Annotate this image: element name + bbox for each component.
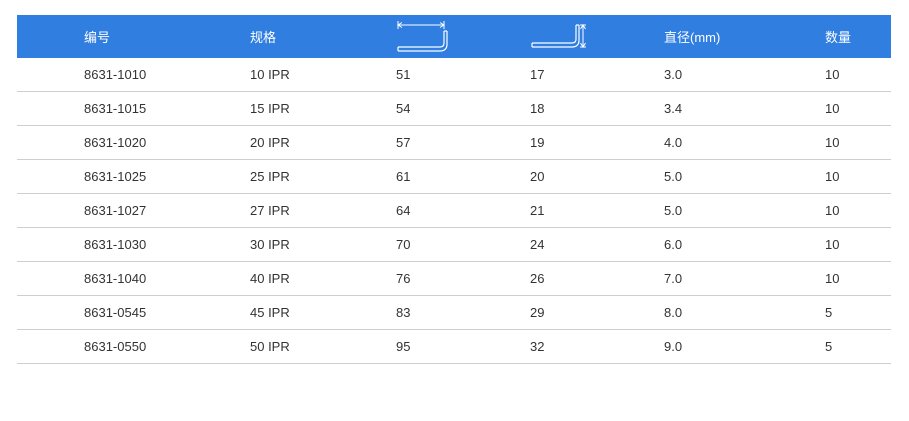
cell-code: 8631-1030 <box>84 237 147 252</box>
cell-diameter: 6.0 <box>664 237 683 252</box>
cell-long-length: 51 <box>396 67 411 82</box>
cell-code: 8631-0550 <box>84 339 147 354</box>
cell-short-length: 17 <box>530 67 545 82</box>
cell-short-length: 19 <box>530 135 545 150</box>
cell-diameter: 7.0 <box>664 271 683 286</box>
table-row: 8631-0545 45 IPR 83 29 8.0 5 <box>17 296 891 330</box>
header-code: 编号 <box>84 30 111 45</box>
cell-diameter: 8.0 <box>664 305 683 320</box>
table-row: 8631-1010 10 IPR 51 17 3.0 10 <box>17 58 891 92</box>
cell-diameter: 3.4 <box>664 101 683 116</box>
table-row: 8631-0550 50 IPR 95 32 9.0 5 <box>17 330 891 364</box>
cell-spec: 50 IPR <box>250 339 290 354</box>
cell-code: 8631-1027 <box>84 203 147 218</box>
header-spec: 规格 <box>250 30 277 45</box>
cell-short-length: 24 <box>530 237 545 252</box>
table-row: 8631-1030 30 IPR 70 24 6.0 10 <box>17 228 891 262</box>
cell-quantity: 10 <box>825 101 840 116</box>
cell-diameter: 5.0 <box>664 203 683 218</box>
cell-long-length: 95 <box>396 339 411 354</box>
table-row: 8631-1015 15 IPR 54 18 3.4 10 <box>17 92 891 126</box>
header-quantity: 数量 <box>825 30 852 45</box>
cell-short-length: 32 <box>530 339 545 354</box>
cell-long-length: 64 <box>396 203 411 218</box>
header-diameter: 直径(mm) <box>664 30 721 45</box>
cell-spec: 40 IPR <box>250 271 290 286</box>
cell-code: 8631-1020 <box>84 135 147 150</box>
long-arm-length-icon <box>396 15 530 58</box>
cell-diameter: 3.0 <box>664 67 683 82</box>
cell-long-length: 83 <box>396 305 411 320</box>
cell-diameter: 4.0 <box>664 135 683 150</box>
cell-short-length: 18 <box>530 101 545 116</box>
cell-short-length: 21 <box>530 203 545 218</box>
cell-quantity: 10 <box>825 203 840 218</box>
table-row: 8631-1020 20 IPR 57 19 4.0 10 <box>17 126 891 160</box>
cell-short-length: 26 <box>530 271 545 286</box>
cell-spec: 27 IPR <box>250 203 290 218</box>
cell-spec: 10 IPR <box>250 67 290 82</box>
cell-diameter: 5.0 <box>664 169 683 184</box>
cell-quantity: 10 <box>825 67 840 82</box>
cell-diameter: 9.0 <box>664 339 683 354</box>
cell-quantity: 5 <box>825 305 833 320</box>
cell-code: 8631-0545 <box>84 305 147 320</box>
cell-spec: 25 IPR <box>250 169 290 184</box>
cell-quantity: 10 <box>825 271 840 286</box>
cell-code: 8631-1010 <box>84 67 147 82</box>
cell-spec: 15 IPR <box>250 101 290 116</box>
cell-spec: 20 IPR <box>250 135 290 150</box>
cell-quantity: 10 <box>825 237 840 252</box>
cell-long-length: 70 <box>396 237 411 252</box>
cell-long-length: 54 <box>396 101 411 116</box>
table-row: 8631-1040 40 IPR 76 26 7.0 10 <box>17 262 891 296</box>
table-body: 8631-1010 10 IPR 51 17 3.0 10 8631-1015 15 IPR 5… <box>17 58 891 364</box>
table-row: 8631-1027 27 IPR 64 21 5.0 10 <box>17 194 891 228</box>
cell-spec: 45 IPR <box>250 305 290 320</box>
cell-quantity: 10 <box>825 169 840 184</box>
spec-table: 编号 规格 直径(mm) 数量 8631-1010 10 IPR 51 17 3… <box>17 15 891 364</box>
cell-long-length: 61 <box>396 169 411 184</box>
cell-long-length: 57 <box>396 135 411 150</box>
cell-long-length: 76 <box>396 271 411 286</box>
cell-short-length: 20 <box>530 169 545 184</box>
table-header: 编号 规格 直径(mm) 数量 <box>17 15 891 58</box>
cell-short-length: 29 <box>530 305 545 320</box>
cell-quantity: 10 <box>825 135 840 150</box>
cell-code: 8631-1015 <box>84 101 147 116</box>
cell-code: 8631-1040 <box>84 271 147 286</box>
cell-code: 8631-1025 <box>84 169 147 184</box>
short-arm-length-icon <box>530 15 664 58</box>
cell-spec: 30 IPR <box>250 237 290 252</box>
table-row: 8631-1025 25 IPR 61 20 5.0 10 <box>17 160 891 194</box>
cell-quantity: 5 <box>825 339 833 354</box>
